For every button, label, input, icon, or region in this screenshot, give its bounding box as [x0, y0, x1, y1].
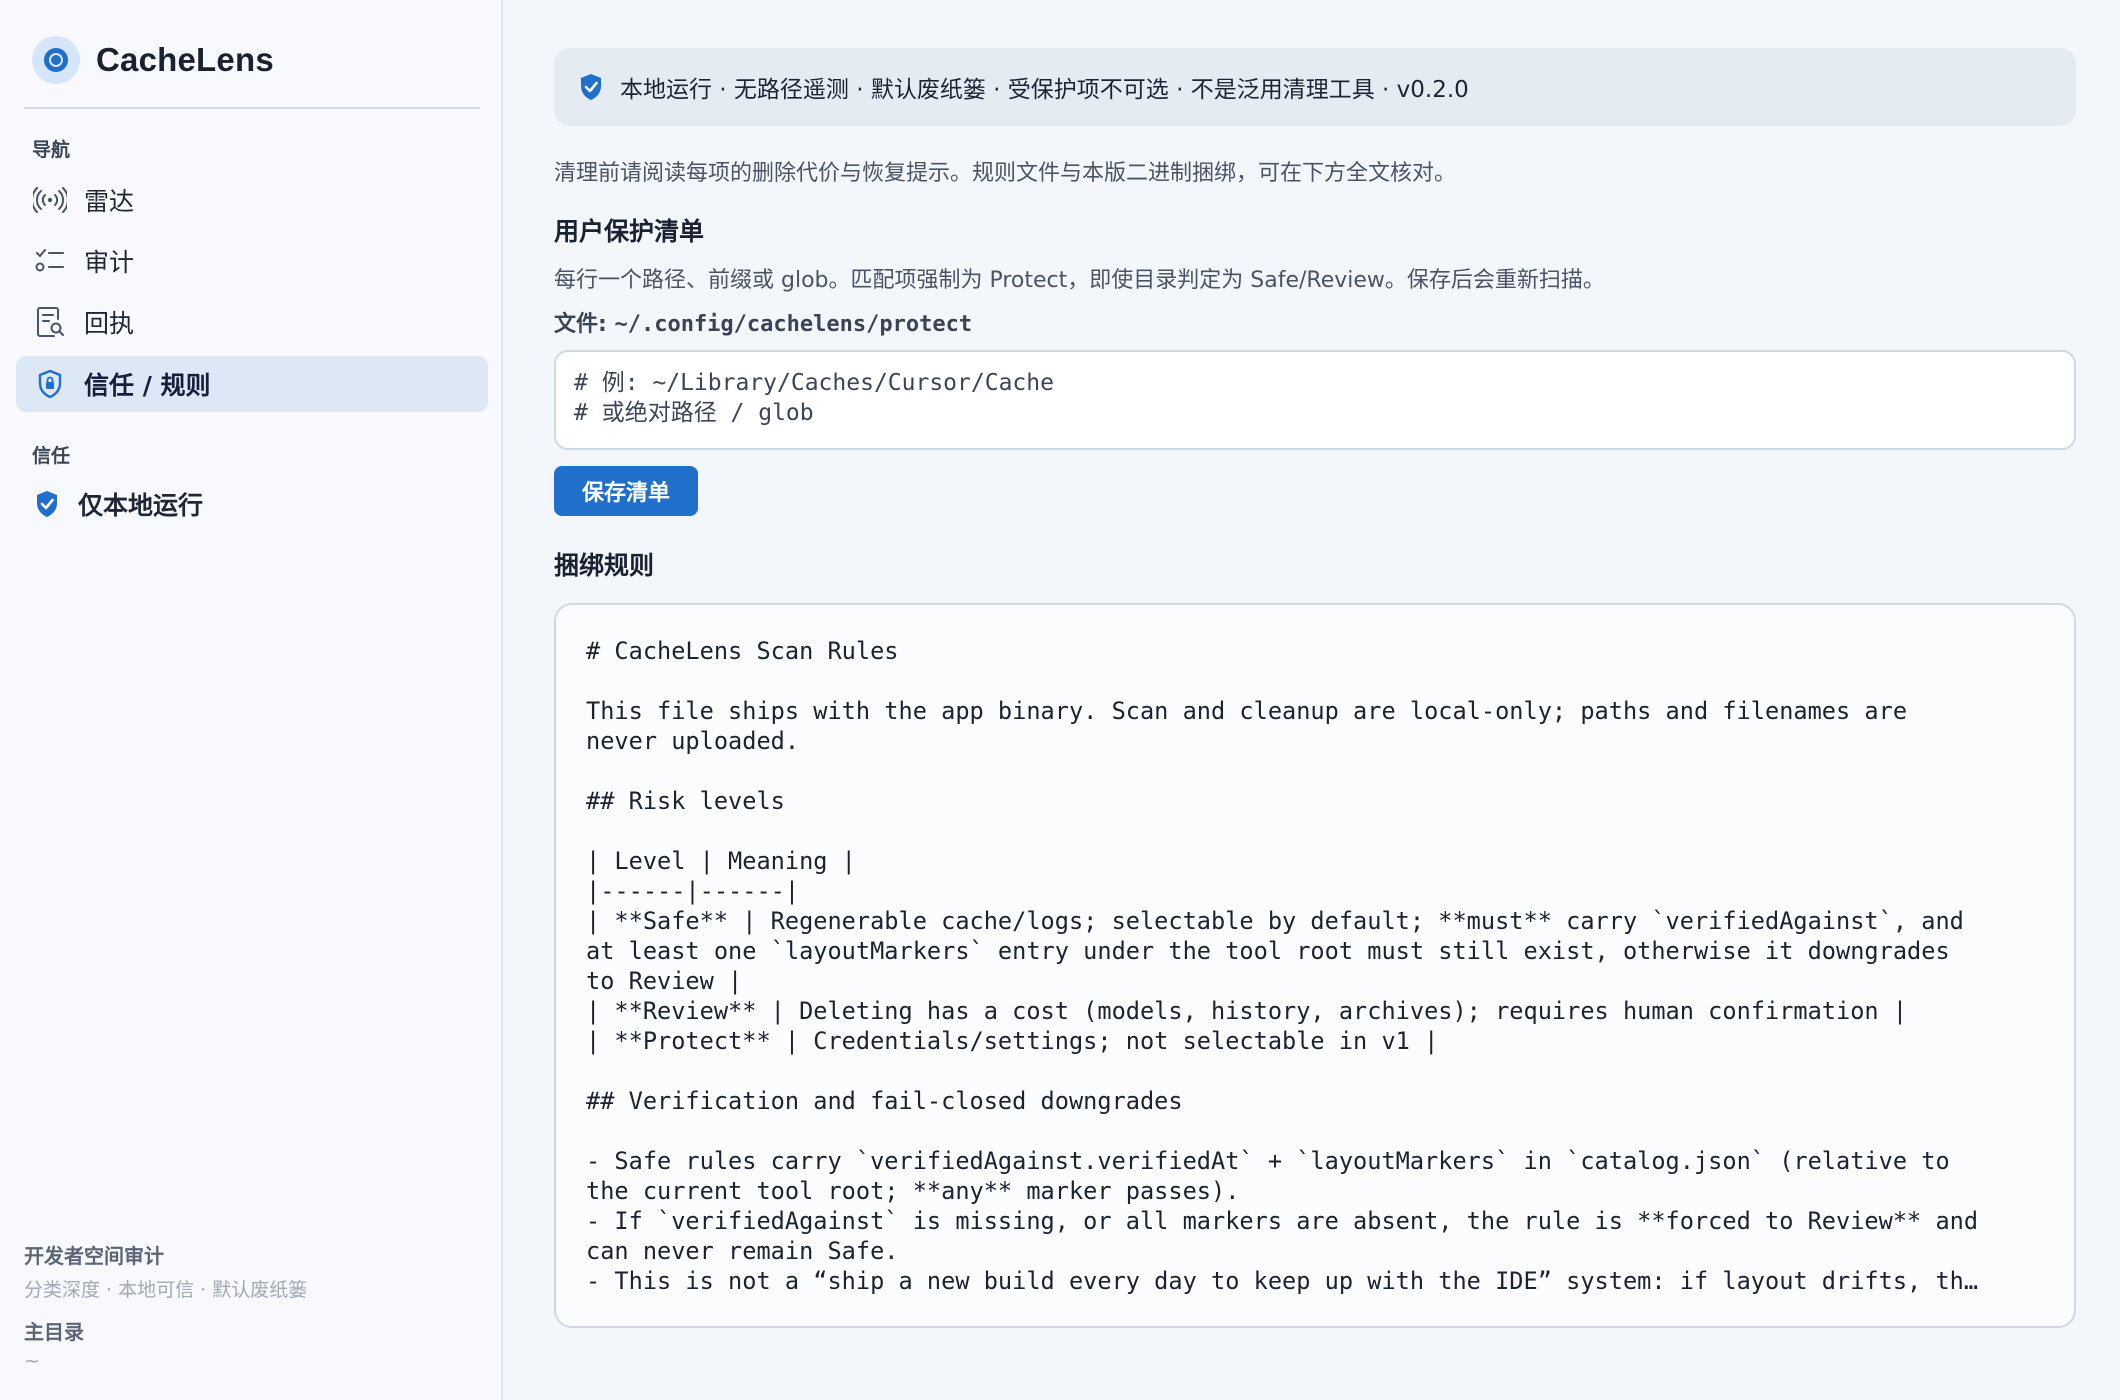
rule-line: ## Risk levels: [586, 787, 785, 815]
rule-line: | Level | Meaning |: [586, 847, 856, 875]
rule-line: never uploaded.: [586, 727, 800, 755]
rule-line: [586, 816, 2044, 846]
protect-file-path: 文件: ~/.config/cachelens/protect: [554, 306, 972, 338]
file-path-value: ~/.config/cachelens/protect: [614, 312, 973, 337]
home-dir-value: ~: [24, 1350, 40, 1372]
nav-item-label: 审计: [84, 248, 135, 277]
rule-line: - This is not a “ship a new build every …: [586, 1267, 1979, 1295]
save-list-button[interactable]: 保存清单: [554, 466, 698, 516]
trust-section-label: 信任: [32, 445, 71, 467]
bundled-rules-viewer[interactable]: # CacheLens Scan Rules This file ships w…: [554, 603, 2076, 1328]
rule-line: # CacheLens Scan Rules: [586, 637, 899, 665]
trust-item-label: 仅本地运行: [78, 491, 204, 520]
intro-text: 清理前请阅读每项的删除代价与恢复提示。规则文件与本版二进制捆绑，可在下方全文核对…: [554, 161, 1457, 186]
rule-line: [586, 666, 2044, 696]
rule-line: - Safe rules carry `verifiedAgainst.veri…: [586, 1147, 1950, 1175]
footer-subtitle: 分类深度 · 本地可信 · 默认废纸篓: [24, 1279, 308, 1301]
nav-section-label: 导航: [32, 139, 71, 161]
footer-title: 开发者空间审计: [24, 1244, 164, 1268]
rule-line: - If `verifiedAgainst` is missing, or al…: [586, 1207, 1979, 1235]
rule-line: can never remain Safe.: [586, 1237, 899, 1265]
shield-lock-icon: [32, 366, 68, 402]
rule-line: [586, 756, 2044, 786]
file-label: 文件:: [554, 312, 615, 337]
app-window: CacheLens 导航 雷达 审计 回执 信任 / 规则 信任 仅本地运行 开…: [0, 0, 2120, 1400]
nav-item-audit[interactable]: 审计: [16, 233, 488, 289]
protect-list-heading: 用户保护清单: [554, 217, 705, 246]
rule-line: to Review |: [586, 967, 743, 995]
trust-banner: 本地运行 · 无路径遥测 · 默认废纸篓 · 受保护项不可选 · 不是泛用清理工…: [554, 48, 2076, 126]
brand: CacheLens: [32, 34, 274, 86]
rule-line: ## Verification and fail-closed downgrad…: [586, 1087, 1183, 1115]
radar-icon: [32, 182, 68, 218]
app-logo-icon: [32, 36, 80, 84]
main-content: 本地运行 · 无路径遥测 · 默认废纸篓 · 受保护项不可选 · 不是泛用清理工…: [504, 0, 2120, 1400]
protect-list-description: 每行一个路径、前缀或 glob。匹配项强制为 Protect，即使目录判定为 S…: [554, 268, 1605, 293]
rule-line: This file ships with the app binary. Sca…: [586, 697, 1908, 725]
nav-item-label: 雷达: [84, 187, 135, 216]
trust-item-local-only: 仅本地运行: [16, 476, 488, 532]
sidebar: CacheLens 导航 雷达 审计 回执 信任 / 规则 信任 仅本地运行 开…: [0, 0, 503, 1400]
nav-item-label: 回执: [84, 309, 135, 338]
rule-line: at least one `layoutMarkers` entry under…: [586, 937, 1950, 965]
rule-line: |------|------|: [586, 877, 800, 905]
nav-item-label: 信任 / 规则: [84, 371, 211, 400]
rule-line: | **Review** | Deleting has a cost (mode…: [586, 997, 1908, 1025]
rule-line: | **Protect** | Credentials/settings; no…: [586, 1027, 1439, 1055]
bundled-rules-heading: 捆绑规则: [554, 551, 655, 580]
rule-line: | **Safe** | Regenerable cache/logs; sel…: [586, 907, 1964, 935]
rule-line: [586, 1056, 2044, 1086]
app-name: CacheLens: [96, 41, 274, 78]
protect-list-textarea[interactable]: # 例: ~/Library/Caches/Cursor/Cache # 或绝对…: [554, 350, 2076, 450]
home-dir-label: 主目录: [24, 1320, 84, 1344]
nav-item-trust-rules[interactable]: 信任 / 规则: [16, 356, 488, 412]
rule-line: [586, 1116, 2044, 1146]
rule-line: the current tool root; **any** marker pa…: [586, 1177, 1240, 1205]
audit-list-icon: [32, 243, 68, 279]
shield-check-icon: [578, 72, 604, 102]
receipt-icon: [32, 304, 68, 340]
nav-item-radar[interactable]: 雷达: [16, 172, 488, 228]
nav-item-receipt[interactable]: 回执: [16, 294, 488, 350]
shield-check-icon: [32, 486, 62, 522]
banner-text: 本地运行 · 无路径遥测 · 默认废纸篓 · 受保护项不可选 · 不是泛用清理工…: [620, 77, 1469, 103]
brand-divider: [24, 107, 480, 109]
